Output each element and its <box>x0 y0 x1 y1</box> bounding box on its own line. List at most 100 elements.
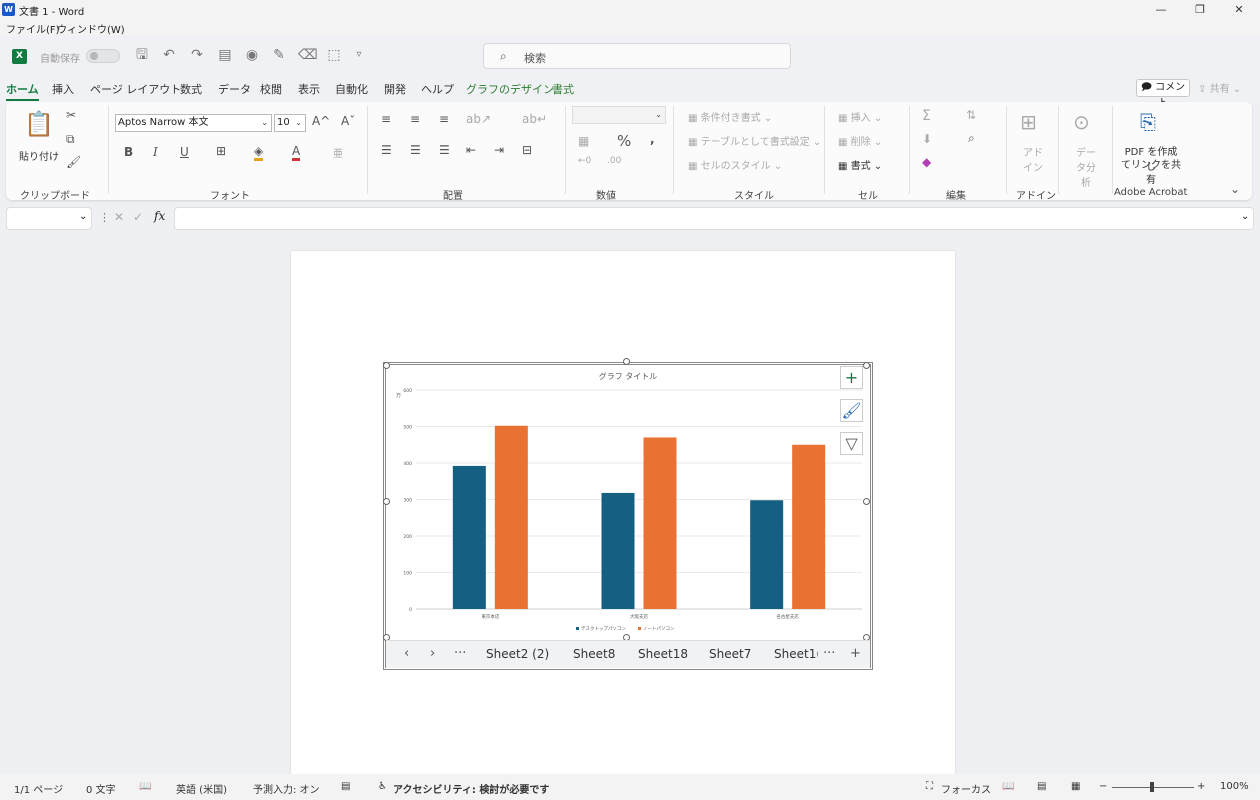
cell-styles-button[interactable]: ▦ セルのスタイル ⌄ <box>688 157 782 172</box>
create-pdf-label-2[interactable]: てリンクを共有 <box>1120 156 1182 186</box>
addins-button-label[interactable]: アドイン <box>1022 144 1044 174</box>
autosum-icon[interactable]: Σ <box>922 108 931 124</box>
paste-icon[interactable]: 📋 <box>24 110 54 138</box>
menu-file[interactable]: ファイル(F) <box>6 21 60 36</box>
orientation-icon[interactable]: ab↗ <box>466 112 491 126</box>
format-painter-icon[interactable]: 🖌 <box>66 155 81 169</box>
collapse-ribbon-icon[interactable]: ⌄ <box>1230 182 1240 196</box>
undo-icon[interactable]: ↶ <box>160 46 178 64</box>
autosave-toggle[interactable] <box>86 49 120 63</box>
align-middle-icon[interactable]: ≡ <box>410 112 420 126</box>
tab-help[interactable]: ヘルプ <box>421 81 454 97</box>
fill-color-icon[interactable]: ◈ <box>254 144 264 161</box>
tab-chart-design[interactable]: グラフのデザイン <box>466 81 554 97</box>
delete-cells-button[interactable]: ▦ 削除 ⌄ <box>838 133 882 148</box>
cancel-entry-icon[interactable]: ✕ <box>114 210 124 224</box>
comment-button[interactable]: 🗩 コメント <box>1136 79 1190 109</box>
prev-sheet-icon[interactable]: ‹ <box>404 646 409 661</box>
save-icon[interactable]: 🖫 <box>133 46 151 64</box>
italic-icon[interactable]: I <box>153 145 158 159</box>
tab-data[interactable]: データ <box>218 81 251 97</box>
decrease-indent-icon[interactable]: ⇤ <box>466 143 476 157</box>
search-box[interactable]: ⌕ 検索 <box>483 43 791 69</box>
select-icon[interactable]: ⬚ <box>325 46 343 64</box>
add-sheet-icon[interactable]: + <box>850 646 861 661</box>
paste-label[interactable]: 貼り付け <box>19 148 59 163</box>
page-count[interactable]: 1/1 ページ <box>14 781 63 796</box>
zoom-level[interactable]: 100% <box>1220 781 1249 792</box>
chart-elements-button[interactable]: + <box>840 366 863 389</box>
more-sheets-icon[interactable]: ··· <box>823 646 835 661</box>
sheet-tab[interactable]: Sheet2 (2) <box>486 647 549 661</box>
underline-icon[interactable]: U <box>180 145 189 159</box>
tab-developer[interactable]: 開発 <box>384 81 406 97</box>
sheet-tab[interactable]: Sheet7 <box>709 647 751 661</box>
addins-icon[interactable]: ⊞ <box>1020 110 1037 134</box>
resize-handle[interactable] <box>623 358 630 365</box>
brush-icon[interactable]: ✎ <box>270 46 288 64</box>
function-icon[interactable]: fx <box>154 209 165 223</box>
sort-filter-icon[interactable]: ⇅ <box>966 108 976 122</box>
proofing-icon[interactable]: 📖 <box>139 781 151 792</box>
chart-filters-button[interactable]: ▽ <box>840 432 863 455</box>
tab-home[interactable]: ホーム <box>6 81 39 101</box>
tab-review[interactable]: 校閲 <box>260 81 282 97</box>
tab-formulas[interactable]: 数式 <box>180 81 202 97</box>
accessibility-status[interactable]: アクセシビリティ: 検討が必要です <box>393 781 549 796</box>
merge-cells-icon[interactable]: ⊟ <box>522 143 532 157</box>
sheet-tab[interactable]: Sheet18 <box>638 647 688 661</box>
percent-icon[interactable]: % <box>617 132 631 150</box>
share-button[interactable]: ⇪ 共有 ⌄ <box>1198 80 1241 95</box>
tab-insert[interactable]: 挿入 <box>52 81 74 97</box>
more-sheets-icon[interactable]: ··· <box>454 646 466 661</box>
resize-handle[interactable] <box>383 498 390 505</box>
zoom-out-icon[interactable]: − <box>1099 781 1107 792</box>
conditional-formatting-button[interactable]: ▦ 条件付き書式 ⌄ <box>688 109 772 124</box>
zoom-slider-thumb[interactable] <box>1150 782 1154 792</box>
grow-font-icon[interactable]: A^ <box>312 114 330 128</box>
sheet-tab[interactable]: Sheet8 <box>573 647 615 661</box>
border-icon[interactable]: ⊞ <box>216 144 226 158</box>
clear-icon[interactable]: ◆ <box>922 155 931 169</box>
data-analysis-label[interactable]: データ分析 <box>1073 144 1099 189</box>
minimize-button[interactable]: — <box>1142 0 1180 20</box>
align-left-icon[interactable]: ☰ <box>381 143 392 157</box>
wrap-text-icon[interactable]: ab↵ <box>522 112 547 126</box>
close-button[interactable]: ✕ <box>1220 0 1258 20</box>
phonetic-icon[interactable]: 亜 <box>333 145 343 160</box>
macro-icon[interactable]: ▤ <box>341 781 350 792</box>
customize-qat-icon[interactable]: ▿ <box>350 46 368 64</box>
bold-icon[interactable]: B <box>124 145 133 159</box>
font-size-select[interactable]: 10 ⌄ <box>274 114 306 132</box>
align-right-icon[interactable]: ☰ <box>439 143 450 157</box>
decrease-decimal-icon[interactable]: .00 <box>607 156 621 166</box>
pdf-icon[interactable]: ⎘ <box>1140 110 1156 134</box>
restore-button[interactable]: ❐ <box>1181 0 1219 20</box>
read-mode-icon[interactable]: 📖 <box>1002 781 1014 792</box>
more-icon[interactable]: ⋮ <box>99 211 110 224</box>
menu-window[interactable]: ウィンドウ(W) <box>57 21 125 36</box>
language[interactable]: 英語 (米国) <box>176 781 227 796</box>
increase-decimal-icon[interactable]: ←0 <box>578 156 591 166</box>
redo-icon[interactable]: ↷ <box>188 46 206 64</box>
chart[interactable]: グラフ タイトル万 0 100 200 300 400 500 600 東京本店 大阪支店 名古屋支… <box>386 365 870 640</box>
tab-format[interactable]: 書式 <box>552 81 574 97</box>
sheet-tab[interactable]: Sheet1( <box>774 647 818 661</box>
resize-handle[interactable] <box>863 498 870 505</box>
currency-icon[interactable]: ▦ <box>578 134 589 148</box>
zoom-in-icon[interactable]: + <box>1197 781 1205 792</box>
web-layout-icon[interactable]: ▦ <box>1071 781 1080 792</box>
tab-view[interactable]: 表示 <box>298 81 320 97</box>
cut-icon[interactable]: ✂ <box>66 108 76 122</box>
shrink-font-icon[interactable]: Aˇ <box>341 114 355 128</box>
copy-icon[interactable]: ⧉ <box>66 132 75 147</box>
comma-style-icon[interactable]: , <box>650 132 655 146</box>
tab-page-layout[interactable]: ページ レイアウト <box>90 81 181 97</box>
align-top-icon[interactable]: ≡ <box>381 112 391 126</box>
font-color-icon[interactable]: A <box>292 144 301 161</box>
format-as-table-button[interactable]: ▦ テーブルとして書式設定 ⌄ <box>688 133 821 148</box>
insert-cells-button[interactable]: ▦ 挿入 ⌄ <box>838 109 882 124</box>
tab-automate[interactable]: 自動化 <box>335 81 368 97</box>
word-count[interactable]: 0 文字 <box>86 781 116 796</box>
clear-format-icon[interactable]: ⌫ <box>298 46 318 64</box>
